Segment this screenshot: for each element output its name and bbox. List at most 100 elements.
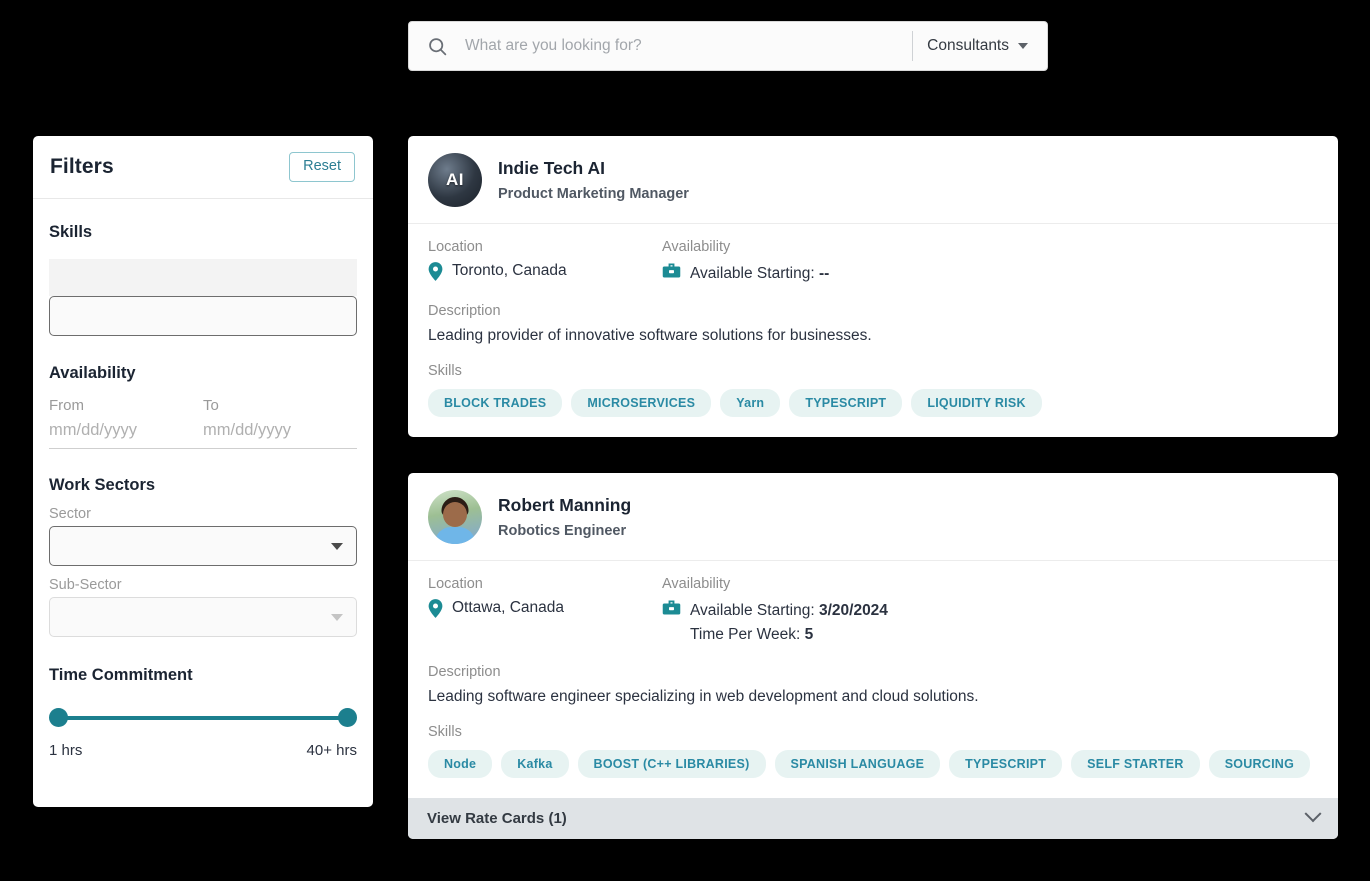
location-value: Ottawa, Canada bbox=[452, 599, 564, 617]
skill-tag[interactable]: SELF STARTER bbox=[1071, 750, 1200, 778]
to-date-placeholder: mm/dd/yyyy bbox=[203, 421, 357, 448]
availability-value-row: Available Starting: 3/20/2024 Time Per W… bbox=[662, 599, 888, 646]
available-starting-value: -- bbox=[819, 265, 829, 282]
skills-tag-list: Node Kafka BOOST (C++ LIBRARIES) SPANISH LA… bbox=[428, 750, 1318, 798]
description-label: Description bbox=[428, 303, 1318, 319]
skills-label: Skills bbox=[428, 724, 1318, 740]
location-pin-icon bbox=[428, 599, 443, 618]
filters-title: Filters bbox=[50, 155, 114, 179]
location-label: Location bbox=[428, 576, 662, 592]
availability-block: Availability Available Starting: -- bbox=[662, 239, 829, 285]
work-sectors-filter-label: Work Sectors bbox=[49, 476, 357, 495]
search-type-selector[interactable]: Consultants bbox=[913, 22, 1047, 70]
filters-header: Filters Reset bbox=[33, 136, 373, 199]
description-text: Leading provider of innovative software … bbox=[428, 327, 1318, 345]
skills-selected-chips-area bbox=[49, 259, 357, 296]
view-rate-cards-toggle[interactable]: View Rate Cards (1) bbox=[408, 798, 1338, 839]
result-card-header: Robert Manning Robotics Engineer bbox=[408, 473, 1338, 561]
skill-tag[interactable]: SOURCING bbox=[1209, 750, 1310, 778]
skill-tag[interactable]: SPANISH LANGUAGE bbox=[775, 750, 941, 778]
skill-tag[interactable]: Kafka bbox=[501, 750, 568, 778]
slider-scale: 1 hrs 40+ hrs bbox=[49, 742, 357, 759]
time-commitment-label: Time Commitment bbox=[49, 666, 357, 685]
slider-min-label: 1 hrs bbox=[49, 742, 82, 759]
availability-filter-label: Availability bbox=[49, 364, 357, 383]
time-commitment-slider[interactable] bbox=[49, 705, 357, 731]
description-text: Leading software engineer specializing i… bbox=[428, 688, 1318, 706]
result-card-header: Indie Tech AI Product Marketing Manager bbox=[408, 136, 1338, 224]
time-per-week-value: 5 bbox=[805, 626, 814, 643]
location-value: Toronto, Canada bbox=[452, 262, 567, 280]
skills-filter-label: Skills bbox=[49, 223, 92, 241]
chevron-down-icon bbox=[331, 614, 343, 621]
skill-tag[interactable]: BLOCK TRADES bbox=[428, 389, 562, 417]
search-input[interactable] bbox=[465, 31, 912, 61]
briefcase-icon bbox=[662, 599, 681, 616]
location-value-row: Ottawa, Canada bbox=[428, 599, 662, 618]
consultant-name: Robert Manning bbox=[498, 495, 631, 516]
result-card-identity: Robert Manning Robotics Engineer bbox=[498, 495, 631, 539]
result-card-identity: Indie Tech AI Product Marketing Manager bbox=[498, 158, 689, 202]
avatar bbox=[428, 153, 482, 207]
skill-tag[interactable]: Yarn bbox=[720, 389, 780, 417]
location-block: Location Ottawa, Canada bbox=[428, 576, 662, 646]
time-per-week-label: Time Per Week: bbox=[690, 626, 800, 643]
slider-max-label: 40+ hrs bbox=[307, 742, 357, 759]
search-type-label: Consultants bbox=[927, 37, 1009, 55]
result-card[interactable]: Indie Tech AI Product Marketing Manager … bbox=[408, 136, 1338, 437]
avatar bbox=[428, 490, 482, 544]
availability-to-field[interactable]: To mm/dd/yyyy bbox=[203, 397, 357, 448]
result-card[interactable]: Robert Manning Robotics Engineer Locatio… bbox=[408, 473, 1338, 839]
sub-sector-select[interactable] bbox=[49, 597, 357, 637]
available-starting-value: 3/20/2024 bbox=[819, 602, 888, 619]
consultant-name: Indie Tech AI bbox=[498, 158, 689, 179]
skill-tag[interactable]: MICROSERVICES bbox=[571, 389, 711, 417]
availability-date-range: From mm/dd/yyyy To mm/dd/yyyy bbox=[49, 397, 357, 449]
briefcase-icon bbox=[662, 262, 681, 279]
chevron-down-icon bbox=[1305, 806, 1322, 823]
filters-panel: Filters Reset Skills Availability From m… bbox=[33, 136, 373, 807]
location-block: Location Toronto, Canada bbox=[428, 239, 662, 285]
filters-body: Skills Availability From mm/dd/yyyy To m… bbox=[33, 199, 373, 759]
from-date-placeholder: mm/dd/yyyy bbox=[49, 421, 203, 448]
availability-label: Availability bbox=[662, 239, 829, 255]
description-label: Description bbox=[428, 664, 1318, 680]
results-list: Indie Tech AI Product Marketing Manager … bbox=[408, 136, 1338, 839]
skills-tag-list: BLOCK TRADES MICROSERVICES Yarn TYPESCRIPT L… bbox=[428, 389, 1318, 437]
skill-tag[interactable]: TYPESCRIPT bbox=[789, 389, 902, 417]
view-rate-cards-label: View Rate Cards (1) bbox=[427, 810, 567, 827]
consultant-role: Product Marketing Manager bbox=[498, 186, 689, 202]
slider-handle-min[interactable] bbox=[49, 708, 68, 727]
to-label: To bbox=[203, 397, 357, 414]
availability-block: Availability Available Starting: 3/20/20… bbox=[662, 576, 888, 646]
skill-tag[interactable]: TYPESCRIPT bbox=[949, 750, 1062, 778]
skill-tag[interactable]: LIQUIDITY RISK bbox=[911, 389, 1041, 417]
availability-label: Availability bbox=[662, 576, 888, 592]
result-card-meta: Location Toronto, Canada Availability bbox=[408, 224, 1338, 285]
availability-text: Available Starting: 3/20/2024 Time Per W… bbox=[690, 599, 888, 646]
from-label: From bbox=[49, 397, 203, 414]
page-root: Consultants Filters Reset Skills Availab… bbox=[0, 0, 1370, 881]
chevron-down-icon bbox=[1018, 43, 1028, 49]
skills-filter-input[interactable] bbox=[49, 296, 357, 336]
search-icon bbox=[409, 36, 465, 57]
skill-tag[interactable]: BOOST (C++ LIBRARIES) bbox=[578, 750, 766, 778]
slider-handle-max[interactable] bbox=[338, 708, 357, 727]
availability-value-row: Available Starting: -- bbox=[662, 262, 829, 285]
sector-label: Sector bbox=[49, 506, 357, 522]
result-card-body: Description Leading provider of innovati… bbox=[408, 303, 1338, 437]
availability-from-field[interactable]: From mm/dd/yyyy bbox=[49, 397, 203, 448]
sector-select[interactable] bbox=[49, 526, 357, 566]
sub-sector-label: Sub-Sector bbox=[49, 577, 357, 593]
skill-tag[interactable]: Node bbox=[428, 750, 492, 778]
chevron-down-icon bbox=[331, 543, 343, 550]
global-search-bar: Consultants bbox=[408, 21, 1048, 71]
skills-label: Skills bbox=[428, 363, 1318, 379]
location-label: Location bbox=[428, 239, 662, 255]
reset-filters-button[interactable]: Reset bbox=[289, 152, 355, 182]
location-value-row: Toronto, Canada bbox=[428, 262, 662, 281]
location-pin-icon bbox=[428, 262, 443, 281]
avatar-face bbox=[443, 502, 467, 527]
availability-text: Available Starting: -- bbox=[690, 262, 829, 285]
result-card-body: Description Leading software engineer sp… bbox=[408, 664, 1338, 798]
